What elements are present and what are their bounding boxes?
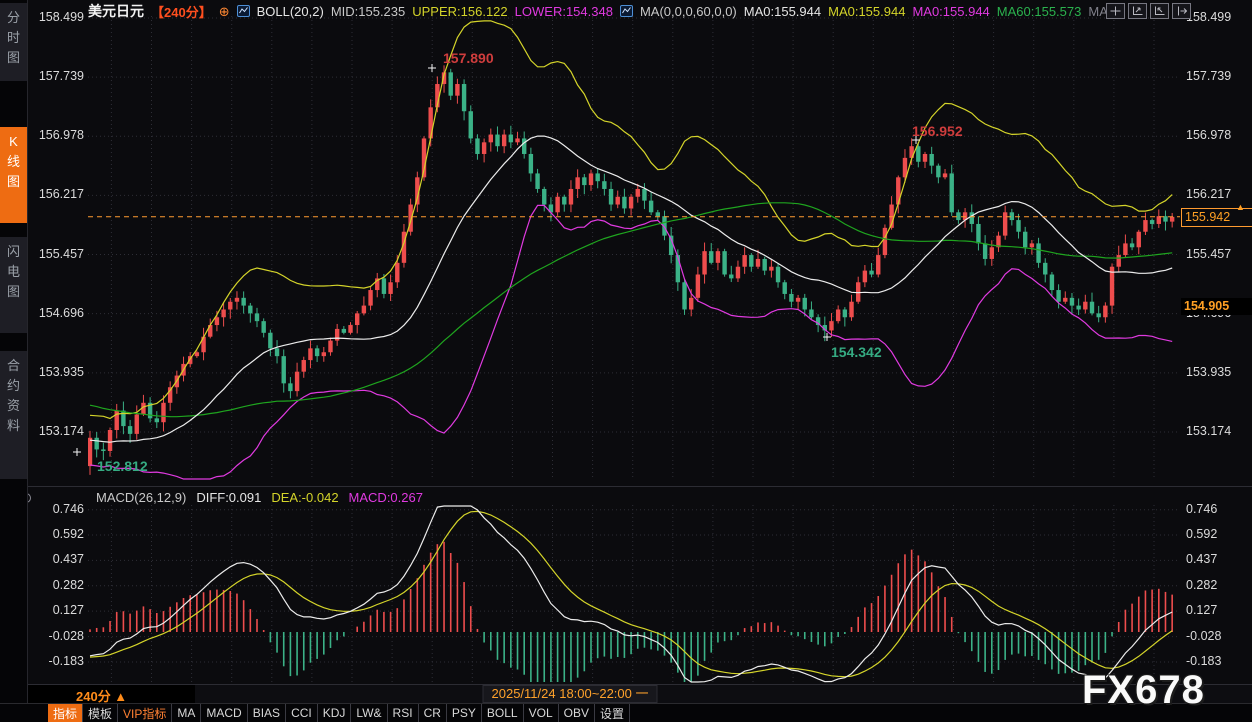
- latest-price-marker-icon[interactable]: ▲: [1236, 202, 1245, 212]
- price-tick-label-left: 158.499: [30, 10, 84, 24]
- sidebar-tab-flash[interactable]: 闪电图: [0, 237, 27, 333]
- toolbar-tab-kdj[interactable]: KDJ: [318, 704, 352, 722]
- sidebar-tab-label: 分时图: [7, 3, 21, 81]
- sidebar-tab-timeline[interactable]: 分时图: [0, 3, 27, 81]
- price-annotation-high: 156.952: [912, 123, 963, 139]
- watermark: FX678: [1082, 668, 1205, 713]
- sidebar: 分时图 K线图 闪电图 合约资料: [0, 0, 28, 703]
- macd-tick-label-right: 0.746: [1186, 502, 1217, 516]
- price-tick-label-left: 153.174: [30, 424, 84, 438]
- boll-indicator-icon[interactable]: [237, 5, 250, 17]
- toolbar-tab-lwr[interactable]: LW&: [351, 704, 387, 722]
- sidebar-tab-label: K线图: [7, 127, 21, 223]
- macd-tick-label-right: 0.592: [1186, 527, 1217, 541]
- toolbar-tab-ma[interactable]: MA: [172, 704, 201, 722]
- macd-params-label: MACD(26,12,9): [96, 490, 186, 505]
- macd-tick-label-left: 0.437: [30, 552, 84, 566]
- toolbar-tab-obv[interactable]: OBV: [559, 704, 595, 722]
- ma0-value-white: MA0:155.944: [744, 4, 821, 19]
- crosshair-icon[interactable]: [1106, 3, 1125, 19]
- toolbar-tab-macd[interactable]: MACD: [201, 704, 247, 722]
- macd-tick-label-right: -0.183: [1186, 654, 1221, 668]
- ma-indicator-icon[interactable]: [620, 5, 633, 17]
- macd-header: MACD(26,12,9) DIFF:0.091 DEA:-0.042 MACD…: [96, 490, 423, 505]
- price-tick-label-right: 158.499: [1186, 10, 1231, 24]
- toolbar-tab-cci[interactable]: CCI: [286, 704, 318, 722]
- pan-right-icon[interactable]: [1172, 3, 1191, 19]
- macd-tick-label-left: -0.183: [30, 654, 84, 668]
- macd-tick-label-right: 0.282: [1186, 578, 1217, 592]
- macd-tick-label-left: -0.028: [30, 629, 84, 643]
- trading-app-window: 分时图 K线图 闪电图 合约资料 美元日元 【240分】 ⊕ BOLL(20,2…: [0, 0, 1252, 722]
- boll-upper-value: UPPER:156.122: [412, 4, 507, 19]
- boll-label: BOLL(20,2): [257, 4, 324, 19]
- ma0-value-magenta: MA0:155.944: [912, 4, 989, 19]
- price-tick-label-right: 155.457: [1186, 247, 1231, 261]
- price-tick-label-right: 156.978: [1186, 128, 1231, 142]
- toolbar-tab-vol[interactable]: VOL: [524, 704, 559, 722]
- candlestick-macd-chart[interactable]: [0, 0, 1252, 722]
- toolbar-tab-indicator[interactable]: 指标: [48, 704, 83, 722]
- price-tick-label-left: 153.935: [30, 365, 84, 379]
- toolbar-tab-template[interactable]: 模板: [83, 704, 118, 722]
- macd-tick-label-left: 0.592: [30, 527, 84, 541]
- period-badge: 【240分】: [151, 2, 212, 21]
- chart-tools: [1106, 3, 1191, 19]
- macd-diff-value: DIFF:0.091: [196, 490, 261, 505]
- price-tick-label-left: 156.217: [30, 187, 84, 201]
- macd-tick-label-left: 0.282: [30, 578, 84, 592]
- toolbar-tab-psy[interactable]: PSY: [447, 704, 482, 722]
- macd-tick-label-right: -0.028: [1186, 629, 1221, 643]
- indicator-toolbar: 指标 模板 VIP指标 MA MACD BIAS CCI KDJ LW& RSI…: [0, 703, 1252, 722]
- toolbar-tab-rsi[interactable]: RSI: [388, 704, 419, 722]
- sidebar-tab-contract-info[interactable]: 合约资料: [0, 351, 27, 479]
- macd-value: MACD:0.267: [349, 490, 423, 505]
- price-tick-label-right: 153.174: [1186, 424, 1231, 438]
- macd-tick-label-right: 0.437: [1186, 552, 1217, 566]
- toolbar-tab-boll[interactable]: BOLL: [482, 704, 524, 722]
- macd-dea-value: DEA:-0.042: [271, 490, 338, 505]
- ma0-value-yellow: MA0:155.944: [828, 4, 905, 19]
- macd-tick-label-left: 0.127: [30, 603, 84, 617]
- x-axis-row: 240分 ▲ 2025/11/24 18:00~22:00 一: [0, 685, 1252, 703]
- symbol-title: 美元日元: [88, 1, 144, 21]
- toolbar-tab-bias[interactable]: BIAS: [248, 704, 286, 722]
- sidebar-tab-label: 闪电图: [7, 237, 21, 333]
- macd-tick-label-right: 0.127: [1186, 603, 1217, 617]
- price-tick-label-right: 157.739: [1186, 69, 1231, 83]
- price-tick-label-right: 153.935: [1186, 365, 1231, 379]
- zoom-range-out-icon[interactable]: [1150, 3, 1169, 19]
- chart-header: 美元日元 【240分】 ⊕ BOLL(20,2) MID:155.235 UPP…: [88, 2, 1119, 20]
- price-tick-label-right: 156.217: [1186, 187, 1231, 201]
- cost-price-label: 154.905: [1181, 298, 1252, 315]
- ma60-value: MA60:155.573: [997, 4, 1082, 19]
- sidebar-tab-label: 合约资料: [7, 351, 21, 479]
- price-annotation-low: 152.812: [97, 458, 148, 474]
- price-annotation-low: 154.342: [831, 344, 882, 360]
- sidebar-tab-kline[interactable]: K线图: [0, 127, 27, 223]
- ma-params-label: MA(0,0,0,60,0,0): [640, 4, 737, 19]
- price-annotation-high: 157.890: [443, 50, 494, 66]
- toolbar-tab-settings[interactable]: 设置: [595, 704, 630, 722]
- toolbar-tab-vip-indicator[interactable]: VIP指标: [118, 704, 172, 722]
- link-icon[interactable]: ⊕: [219, 5, 230, 18]
- macd-tick-label-left: 0.746: [30, 502, 84, 516]
- hovered-bar-datetime: 2025/11/24 18:00~22:00 一: [483, 685, 658, 703]
- toolbar-tab-cr[interactable]: CR: [419, 704, 447, 722]
- price-tick-label-left: 154.696: [30, 306, 84, 320]
- boll-mid-value: MID:155.235: [331, 4, 405, 19]
- zoom-range-in-icon[interactable]: [1128, 3, 1147, 19]
- boll-lower-value: LOWER:154.348: [515, 4, 613, 19]
- chart-canvas[interactable]: [0, 0, 1252, 722]
- price-tick-label-left: 156.978: [30, 128, 84, 142]
- price-tick-label-left: 157.739: [30, 69, 84, 83]
- price-tick-label-left: 155.457: [30, 247, 84, 261]
